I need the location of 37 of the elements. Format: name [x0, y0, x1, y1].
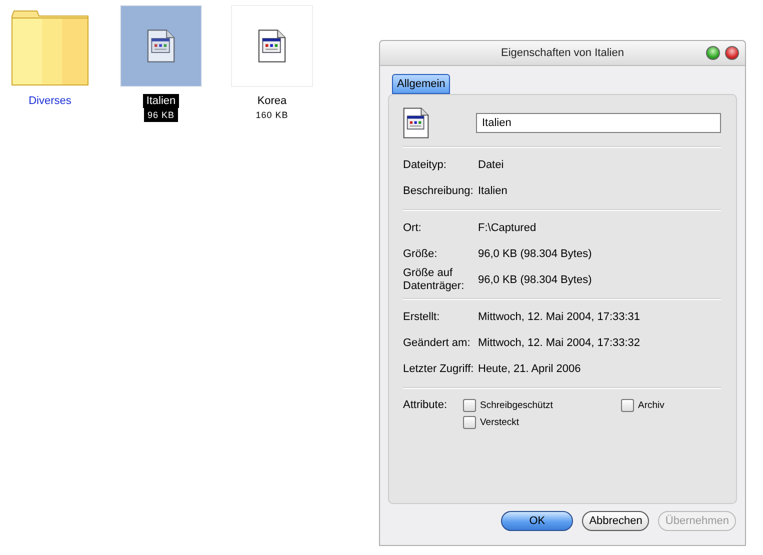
tab[interactable]: Allgemein [392, 74, 450, 94]
property-label: Erstellt: [403, 310, 441, 324]
document-icon [258, 29, 286, 63]
property-value: Mittwoch, 12. Mai 2004, 17:33:31 [478, 311, 640, 323]
document-icon [403, 107, 429, 139]
file-size: 96 KB [144, 108, 178, 122]
dialog-button[interactable]: OK [501, 511, 574, 531]
property-value: 96,0 KB (98.304 Bytes) [478, 274, 592, 286]
property-label: Größe: [403, 248, 438, 260]
property-label: Dateityp: [403, 158, 448, 172]
file-name: Korea [256, 94, 288, 108]
name-field[interactable]: Italien [476, 113, 721, 133]
window-title: Eigenschaften von Italien [501, 47, 624, 59]
maximize-button[interactable] [706, 46, 720, 60]
property-label: Ort: [403, 222, 422, 234]
close-button[interactable] [725, 46, 739, 60]
property-value: F:\Captured [478, 222, 536, 234]
property-value: Mittwoch, 12. Mai 2004, 17:33:32 [478, 337, 640, 349]
property-value: Datei [478, 159, 504, 171]
document-icon [147, 29, 175, 63]
icon-tile[interactable] [120, 5, 202, 87]
property-label: Größe auf Datenträger: [403, 267, 466, 293]
attribute-checkbox[interactable]: Versteckt [463, 416, 621, 429]
property-label: Beschreibung: [403, 184, 474, 198]
icon-tile[interactable] [231, 5, 313, 87]
property-value: Italien [478, 185, 508, 197]
property-label: Geändert am: [403, 336, 472, 350]
property-label: Letzter Zugriff: [403, 362, 475, 376]
file-size: 160 KB [254, 109, 290, 122]
attribute-checkbox[interactable]: Archiv [621, 399, 721, 412]
property-label: Attribute: [403, 399, 448, 413]
file-name: Diverses [28, 94, 72, 108]
property-value: 96,0 KB (98.304 Bytes) [478, 248, 592, 260]
attribute-checkbox[interactable]: Schreibgeschützt [463, 399, 621, 412]
property-value: Heute, 21. April 2006 [478, 363, 581, 375]
dialog-button[interactable]: Abbrechen [582, 511, 650, 531]
file-name: Italien [143, 94, 179, 108]
